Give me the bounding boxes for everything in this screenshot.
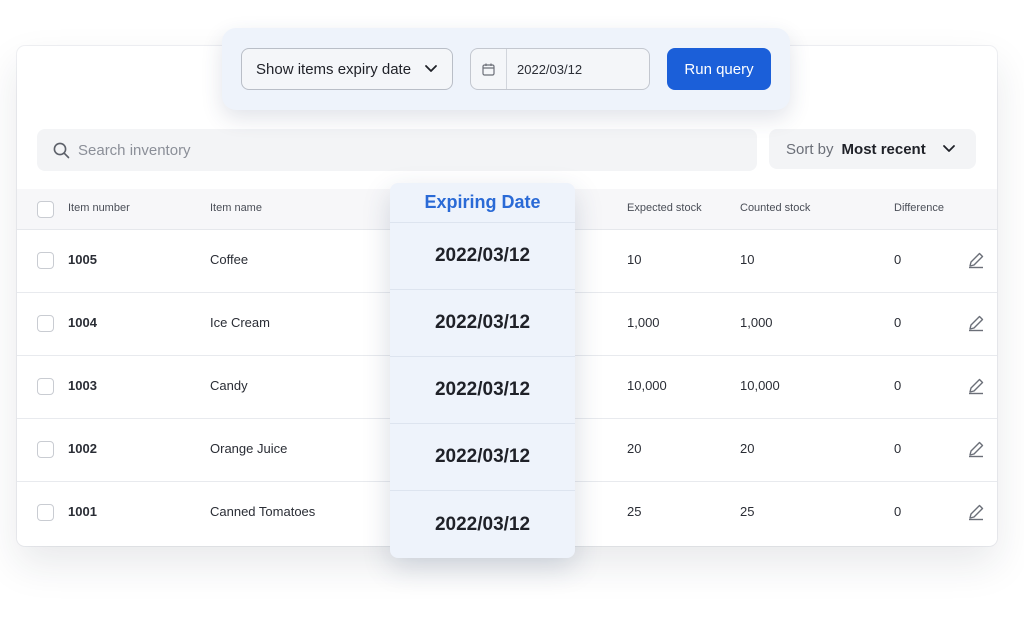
edit-icon[interactable] (967, 377, 985, 395)
item-number: 1005 (68, 252, 97, 267)
item-number: 1003 (68, 378, 97, 393)
item-name: Orange Juice (210, 441, 288, 456)
select-all-checkbox[interactable] (37, 201, 54, 218)
row-checkbox[interactable] (37, 504, 54, 521)
chevron-down-icon (425, 65, 437, 72)
expected-stock: 25 (627, 504, 642, 519)
expected-stock: 1,000 (627, 315, 660, 330)
row-checkbox[interactable] (37, 252, 54, 269)
item-name: Canned Tomatoes (210, 504, 316, 519)
row-checkbox[interactable] (37, 378, 54, 395)
filter-select-value: Show items expiry date (256, 60, 412, 78)
search-icon (53, 142, 70, 158)
item-name: Candy (210, 378, 248, 393)
item-number: 1001 (68, 504, 97, 519)
sort-prefix: Sort by (786, 140, 834, 158)
date-field[interactable]: 2022/03/12 (470, 48, 650, 90)
item-number: 1004 (68, 315, 97, 330)
difference: 0 (894, 315, 902, 330)
run-query-button[interactable]: Run query (667, 48, 771, 90)
filter-select[interactable]: Show items expiry date (241, 48, 453, 90)
search-input[interactable]: Search inventory (37, 129, 757, 171)
header-item-name: Item name (210, 202, 262, 214)
sort-value: Most recent (841, 140, 926, 158)
row-checkbox[interactable] (37, 315, 54, 332)
search-placeholder: Search inventory (78, 141, 191, 159)
counted-stock: 20 (740, 441, 755, 456)
counted-stock: 1,000 (740, 315, 773, 330)
counted-stock: 25 (740, 504, 755, 519)
difference: 0 (894, 378, 902, 393)
date-value: 2022/03/12 (517, 61, 583, 77)
expiry-column-header: Expiring Date (390, 183, 575, 223)
header-counted-stock: Counted stock (740, 202, 811, 214)
counted-stock: 10,000 (740, 378, 780, 393)
edit-icon[interactable] (967, 314, 985, 332)
counted-stock: 10 (740, 252, 755, 267)
sort-dropdown[interactable]: Sort by Most recent (769, 129, 976, 169)
expected-stock: 10,000 (627, 378, 667, 393)
expiry-date-cell: 2022/03/12 (390, 424, 575, 491)
header-expected-stock: Expected stock (627, 202, 702, 214)
expected-stock: 20 (627, 441, 642, 456)
header-item-number: Item number (68, 202, 130, 214)
edit-icon[interactable] (967, 503, 985, 521)
query-bar: Show items expiry date 2022/03/12 Run qu… (222, 28, 790, 110)
difference: 0 (894, 504, 902, 519)
expected-stock: 10 (627, 252, 642, 267)
calendar-icon[interactable] (471, 49, 507, 89)
item-name: Ice Cream (210, 315, 270, 330)
row-checkbox[interactable] (37, 441, 54, 458)
chevron-down-icon (942, 145, 955, 152)
expiry-date-cell: 2022/03/12 (434, 513, 531, 535)
expiry-date-cell: 2022/03/12 (390, 290, 575, 357)
difference: 0 (894, 252, 902, 267)
item-number: 1002 (68, 441, 97, 456)
header-difference: Difference (894, 202, 944, 214)
edit-icon[interactable] (967, 440, 985, 458)
edit-icon[interactable] (967, 251, 985, 269)
expiry-date-cell: 2022/03/12 (390, 357, 575, 424)
difference: 0 (894, 441, 902, 456)
item-name: Coffee (210, 252, 249, 267)
expiry-date-column: Expiring Date 2022/03/12 2022/03/12 2022… (390, 183, 575, 558)
expiry-date-cell: 2022/03/12 (390, 223, 575, 290)
